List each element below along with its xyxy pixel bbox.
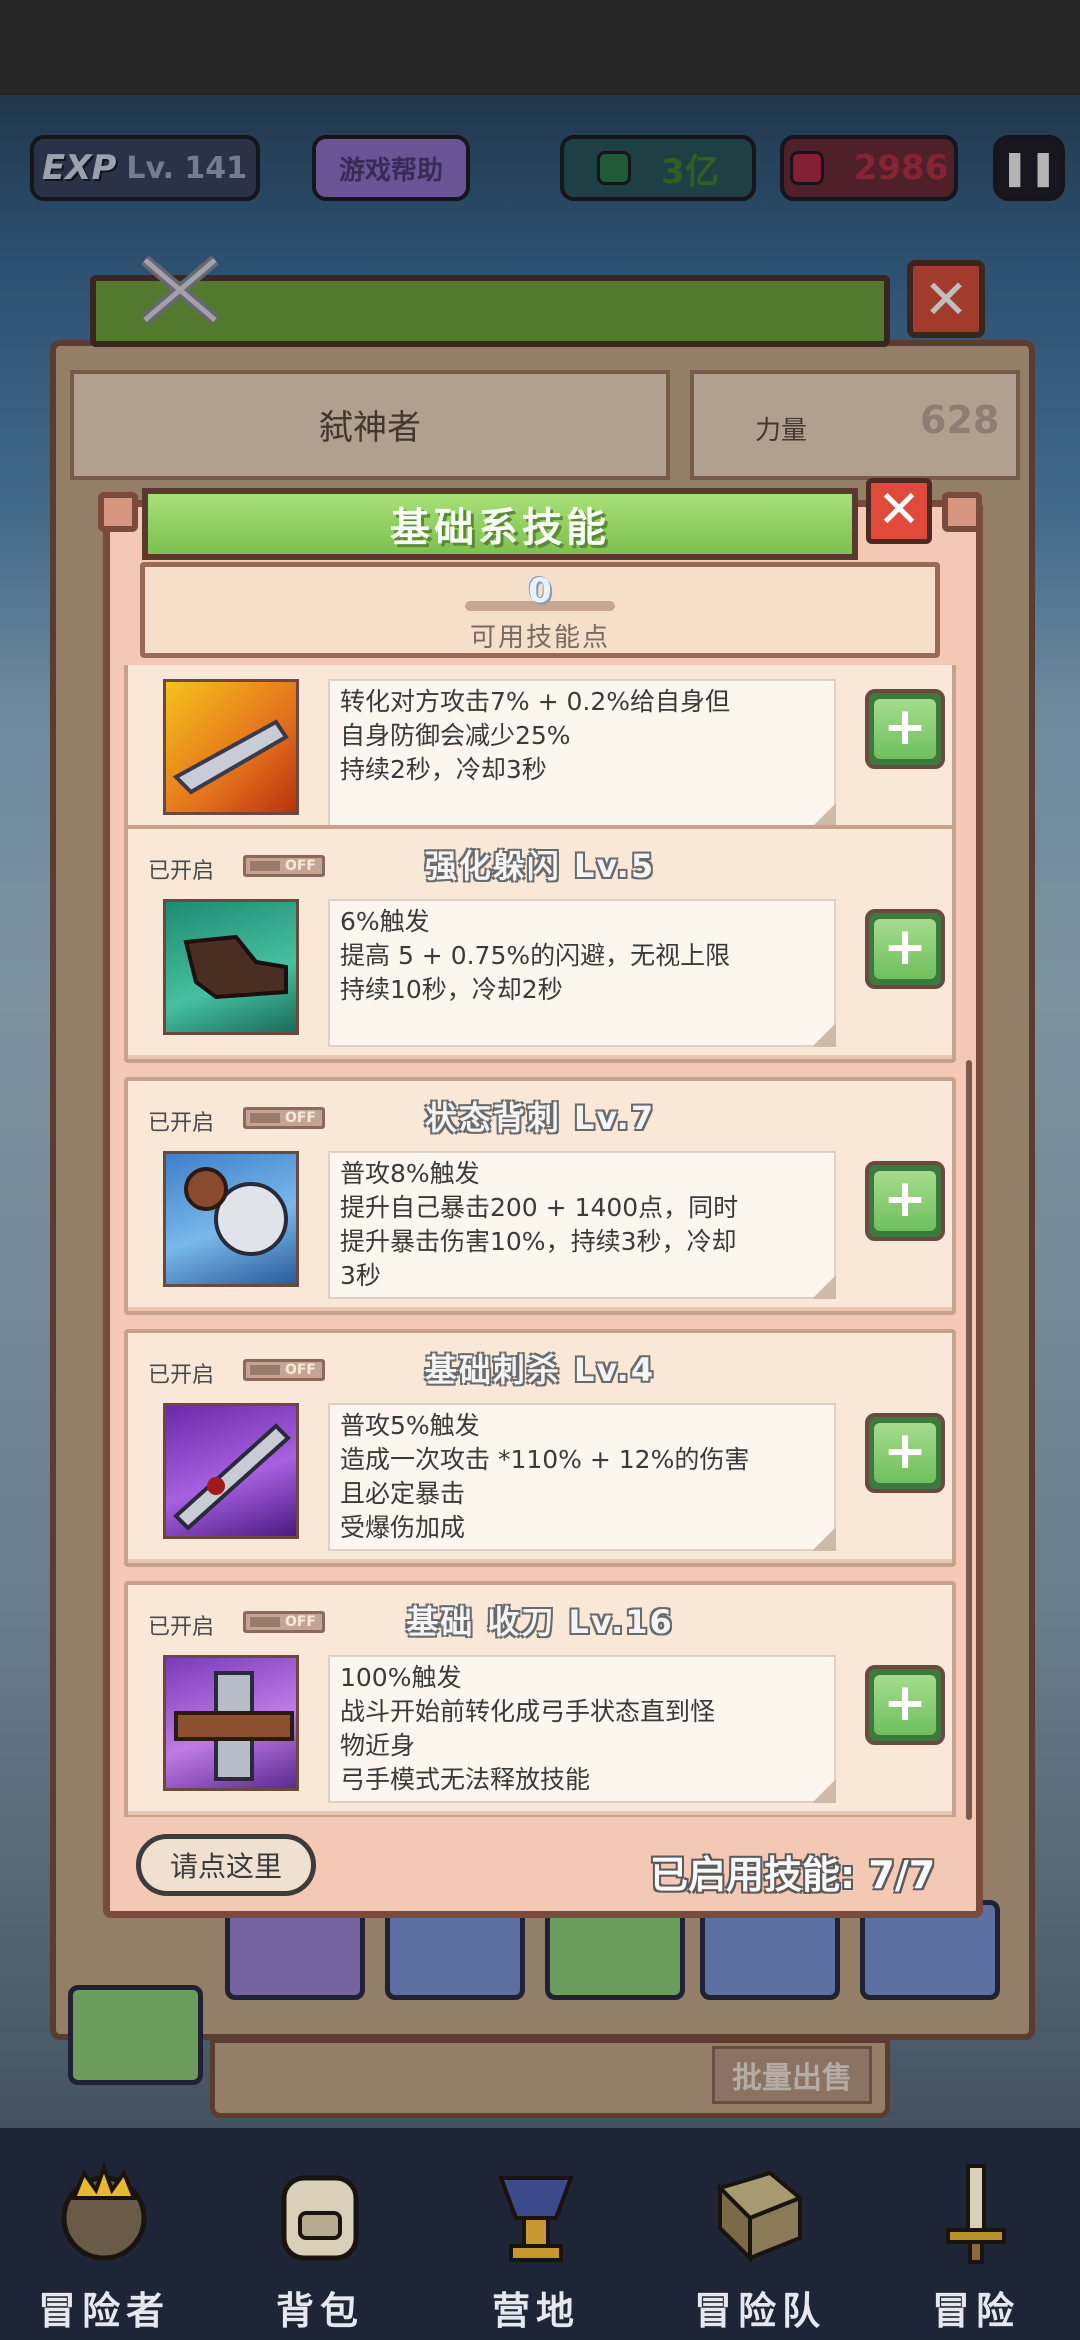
skill-card: 已开启 OFF 状态背刺 Lv.7 普攻8%触发 提升自己暴击200 + 140… xyxy=(124,1077,956,1315)
skill-card: 已开启 OFF 基础 收刀 Lv.16 100%触发 战斗开始前转化成弓手状态直… xyxy=(124,1581,956,1817)
skill-description: 普攻5%触发 造成一次攻击 *110% + 12%的伤害 且必定暴击 受爆伤加成 xyxy=(328,1403,836,1551)
skill-description: 转化对方攻击7% + 0.2%给自身但 自身防御会减少25% 持续2秒，冷却3秒 xyxy=(328,679,836,827)
backpack-icon xyxy=(281,2175,359,2261)
skill-card: 已开启 OFF 强化躲闪 Lv.5 6%触发 提高 5 + 0.75%的闪避，无… xyxy=(124,825,956,1063)
nav-backpack[interactable]: 背包 xyxy=(220,2128,420,2340)
skill-card: 已开启 OFF 基础刺杀 Lv.4 普攻5%触发 造成一次攻击 *110% + … xyxy=(124,1329,956,1567)
close-icon: ✕ xyxy=(877,480,921,540)
assassin-icon xyxy=(163,1151,299,1287)
skill-title: 基础 收刀 Lv.16 xyxy=(406,1603,674,1641)
skill-description: 6%触发 提高 5 + 0.75%的闪避，无视上限 持续10秒，冷却2秒 xyxy=(328,899,836,1047)
skill-modal-close-button[interactable]: ✕ xyxy=(866,478,932,544)
plus-icon: + xyxy=(874,1171,936,1231)
bloody-sword-icon xyxy=(163,1403,299,1539)
dodge-boot-icon xyxy=(163,899,299,1035)
nav-camp[interactable]: 营地 xyxy=(436,2128,636,2340)
bottom-navigation: 冒险者 背包 营地 冒险队 冒险 xyxy=(0,2128,1080,2340)
modal-corner xyxy=(98,492,138,532)
camp-trophy-icon xyxy=(498,2176,574,2262)
modal-corner xyxy=(942,492,982,532)
nav-adventurer-label: 冒险者 xyxy=(37,2289,170,2333)
sword-burst-icon xyxy=(163,679,299,815)
sheathe-sword-icon xyxy=(163,1655,299,1791)
skill-upgrade-button[interactable]: + xyxy=(865,1665,945,1745)
skill-title: 状态背刺 Lv.7 xyxy=(424,1099,656,1137)
skill-title: 强化躲闪 Lv.5 xyxy=(424,847,656,885)
skill-card: 转化对方攻击7% + 0.2%给自身但 自身防御会减少25% 持续2秒，冷却3秒… xyxy=(124,665,956,843)
plus-icon: + xyxy=(874,699,936,759)
nav-team[interactable]: 冒险队 xyxy=(660,2128,860,2340)
system-status-bar xyxy=(0,0,1080,95)
skill-upgrade-button[interactable]: + xyxy=(865,1161,945,1241)
plus-icon: + xyxy=(874,1675,936,1735)
skill-upgrade-button[interactable]: + xyxy=(865,909,945,989)
click-here-button[interactable]: 请点这里 xyxy=(136,1834,316,1896)
nav-backpack-label: 背包 xyxy=(275,2289,364,2333)
skill-points-box: 0 可用技能点 xyxy=(140,562,940,658)
nav-adventure-label: 冒险 xyxy=(931,2289,1020,2333)
skill-modal-header: 基础系技能 xyxy=(142,488,858,560)
plus-icon: + xyxy=(874,919,936,979)
nav-team-label: 冒险队 xyxy=(693,2289,826,2333)
skill-upgrade-button[interactable]: + xyxy=(865,1413,945,1493)
skill-description: 普攻8%触发 提升自己暴击200 + 1400点，同时 提升暴击伤害10%，持续… xyxy=(328,1151,836,1299)
skill-list-scrollbar[interactable] xyxy=(966,1060,972,1820)
nav-adventure[interactable]: 冒险 xyxy=(876,2128,1076,2340)
enabled-skills-count: 已启用技能: 7/7 xyxy=(650,1853,936,1897)
guild-book-icon xyxy=(716,2170,804,2263)
skill-list[interactable]: 转化对方攻击7% + 0.2%给自身但 自身防御会减少25% 持续2秒，冷却3秒… xyxy=(120,665,968,1817)
nav-camp-label: 营地 xyxy=(491,2289,580,2333)
skill-modal-title: 基础系技能 xyxy=(390,505,610,551)
skill-points-label: 可用技能点 xyxy=(469,623,610,653)
skill-description: 100%触发 战斗开始前转化成弓手状态直到怪 物近身 弓手模式无法释放技能 xyxy=(328,1655,836,1803)
skill-points-value: 0 xyxy=(528,571,552,611)
nav-adventurer[interactable]: 冒险者 xyxy=(4,2128,204,2340)
crown-helmet-icon xyxy=(61,2162,147,2261)
plus-icon: + xyxy=(874,1423,936,1483)
skill-upgrade-button[interactable]: + xyxy=(865,689,945,769)
skill-title: 基础刺杀 Lv.4 xyxy=(424,1351,656,1389)
sword-adventure-icon xyxy=(946,2164,1006,2264)
